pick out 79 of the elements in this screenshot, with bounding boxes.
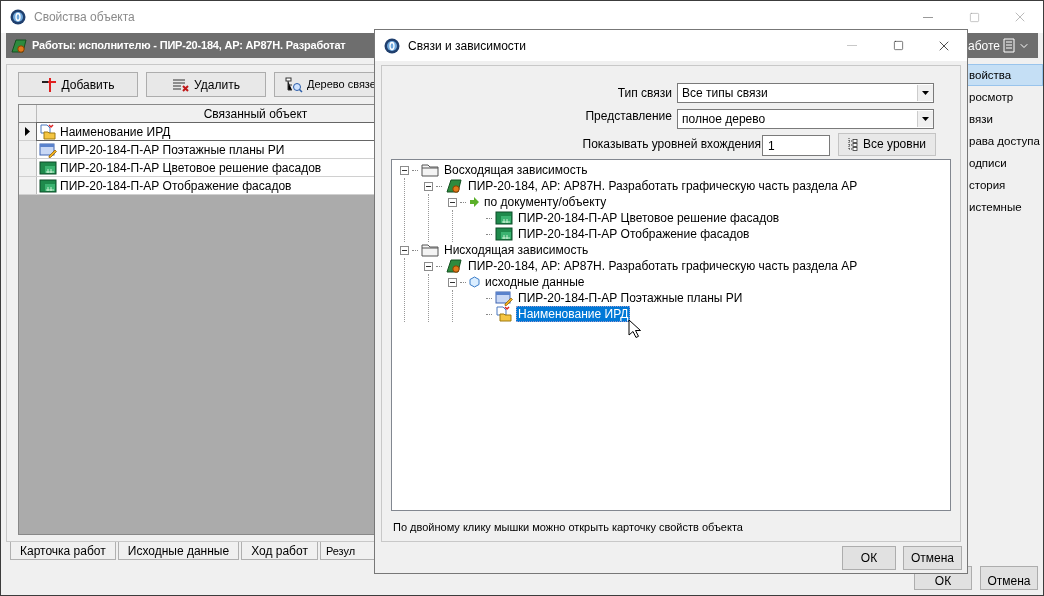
tree-item[interactable]: ПИР-20-184-П-АР Отображение фасадов xyxy=(516,226,752,242)
dialog-button[interactable]: ОК xyxy=(842,545,896,570)
folder-icon xyxy=(421,242,439,258)
toolbar-button[interactable]: Добавить xyxy=(18,72,138,97)
plan-pencil-icon xyxy=(39,141,57,158)
document-folder-icon xyxy=(495,306,513,322)
window-title: Свойства объекта xyxy=(34,9,135,26)
plan-pencil-icon xyxy=(495,290,513,306)
tree-item[interactable]: исходные данные xyxy=(483,274,587,290)
collapse-icon[interactable] xyxy=(424,181,433,191)
cell-text: ПИР-20-184-П-АР Цветовое решение фасадов xyxy=(60,159,322,177)
object-title: Работы: исполнителю - ПИР-20-184, АР: АР87Н. Разработат xyxy=(32,38,346,54)
row-header[interactable] xyxy=(19,159,37,176)
dropdown-arrow-icon xyxy=(922,117,929,121)
collapse-icon[interactable] xyxy=(400,245,409,255)
app-logo-icon xyxy=(384,37,400,54)
cell-text: ПИР-20-184-П-АР Поэтажные планы РИ xyxy=(60,141,285,159)
collapse-icon[interactable] xyxy=(448,277,457,287)
current-row-marker[interactable] xyxy=(19,123,37,140)
sidebar-item[interactable]: рава доступа xyxy=(965,130,1043,152)
maximize-icon xyxy=(892,40,904,51)
tree-item[interactable]: Восходящая зависимость xyxy=(442,162,590,178)
minimize-icon xyxy=(847,45,857,46)
task-icon xyxy=(445,258,463,274)
view-dropdown[interactable]: полное дерево xyxy=(677,109,934,129)
cell-text: ПИР-20-184-П-АР Отображение фасадов xyxy=(60,177,292,195)
bottom-tab[interactable]: Исходные данные xyxy=(117,542,240,560)
plus-icon xyxy=(41,77,58,92)
field-label: Тип связи xyxy=(617,85,672,102)
sidebar-item[interactable]: стория xyxy=(965,174,1043,196)
tree-item[interactable]: ПИР-20-184-П-АР Поэтажные планы РИ xyxy=(516,290,745,306)
sidebar-item[interactable]: войства xyxy=(965,64,1043,86)
sheet-icon xyxy=(495,226,513,242)
arrow-icon xyxy=(469,197,479,207)
tree-item[interactable]: ПИР-20-184, АР: АР87Н. Разработать графическую часть раздела АР xyxy=(466,178,860,194)
sheet-icon xyxy=(39,159,57,176)
document-icon[interactable] xyxy=(1003,38,1015,53)
dialog-button[interactable]: Отмена xyxy=(980,566,1038,590)
tree-item[interactable]: по документу/объекту xyxy=(482,194,609,210)
task-icon xyxy=(10,37,28,54)
tree-item[interactable]: ПИР-20-184, АР: АР87Н. Разработать графическую часть раздела АР xyxy=(466,258,860,274)
field-label: Представление xyxy=(585,109,672,123)
folder-icon xyxy=(421,162,439,178)
task-icon xyxy=(445,178,463,194)
tree-item[interactable]: Нисходящая зависимость xyxy=(442,242,591,258)
minimize-icon xyxy=(923,16,933,18)
collapse-icon[interactable] xyxy=(424,261,433,271)
levels-input[interactable]: 1 xyxy=(762,135,830,156)
all-levels-button[interactable]: Все уровни xyxy=(838,132,936,156)
sidebar-item[interactable]: одписи xyxy=(965,152,1043,174)
app-logo-icon xyxy=(10,9,26,25)
sheet-icon xyxy=(39,177,57,194)
dialog-button[interactable]: Отмена xyxy=(903,545,962,570)
levels-icon xyxy=(848,137,859,151)
sidebar-item[interactable]: истемные xyxy=(965,196,1043,218)
hexagon-icon xyxy=(469,276,480,288)
toolbar-button[interactable]: Удалить xyxy=(146,72,266,97)
dialog-title: Связи и зависимости xyxy=(408,37,527,55)
maximize-icon xyxy=(968,11,980,23)
delete-list-icon xyxy=(172,77,191,92)
sidebar-item[interactable]: росмотр xyxy=(965,86,1043,108)
sheet-icon xyxy=(495,210,513,226)
collapse-icon[interactable] xyxy=(400,165,409,175)
bottom-tab[interactable]: Карточка работ xyxy=(10,542,116,560)
header-menu-text[interactable]: аботе xyxy=(968,36,1000,55)
tree-search-icon xyxy=(285,76,303,93)
tree-item[interactable]: Наименование ИРД xyxy=(516,306,631,322)
dropdown-arrow-icon xyxy=(922,91,929,95)
row-header[interactable] xyxy=(19,177,37,194)
field-label: Показывать уровней вхождения xyxy=(582,136,761,153)
row-pointer-icon xyxy=(25,127,30,136)
link-type-dropdown[interactable]: Все типы связи xyxy=(677,83,934,103)
bottom-tab[interactable]: Ход работ xyxy=(241,542,318,560)
hint-text: По двойному клику мышки можно открыть карточку свойств объекта xyxy=(393,520,744,535)
tree-item[interactable]: ПИР-20-184-П-АР Цветовое решение фасадов xyxy=(516,210,782,226)
cell-text: Наименование ИРД xyxy=(60,123,171,141)
collapse-icon[interactable] xyxy=(448,197,457,207)
mouse-cursor-icon xyxy=(628,319,643,339)
sidebar-item[interactable]: вязи xyxy=(965,108,1043,130)
